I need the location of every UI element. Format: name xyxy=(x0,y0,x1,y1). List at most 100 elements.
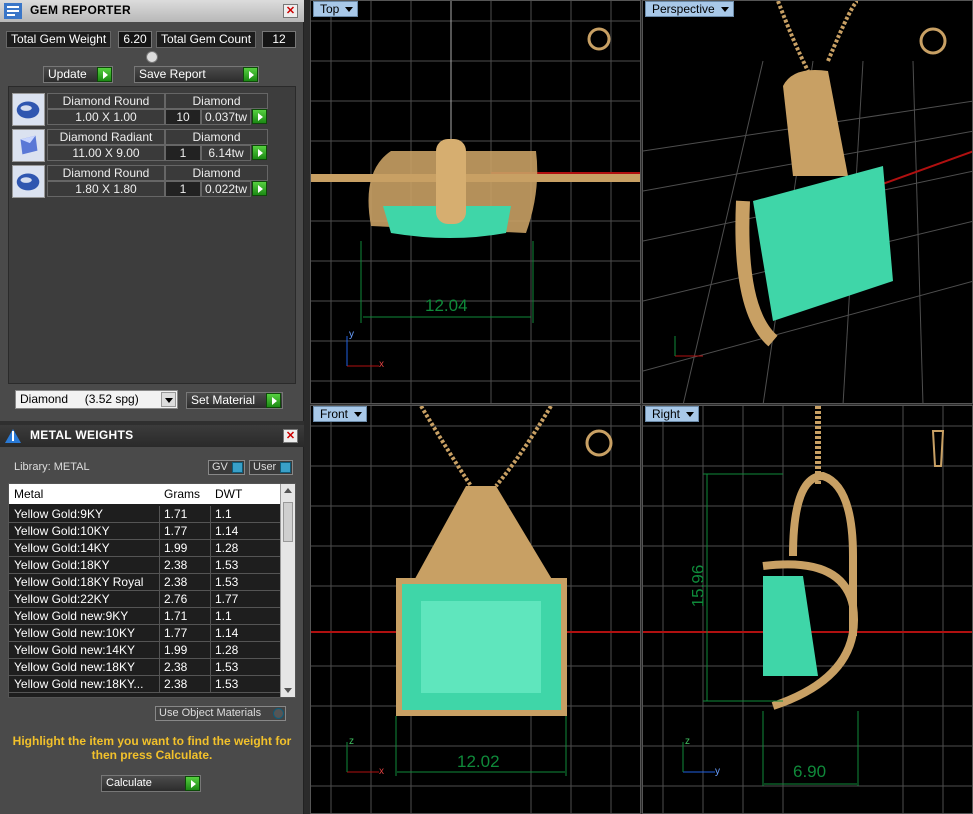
metal-weights-titlebar: METAL WEIGHTS ✕ xyxy=(0,425,304,447)
bail-front xyxy=(436,139,466,224)
gem-go-icon[interactable] xyxy=(252,181,267,196)
chain xyxy=(776,1,810,72)
grams-cell: 1.99 xyxy=(159,540,187,557)
gem-row[interactable]: Diamond Radiant Diamond 11.00 X 9.00 1 6… xyxy=(12,129,270,162)
viewport-front[interactable]: Front 12.02 z x xyxy=(310,405,641,814)
column-header-metal[interactable]: Metal xyxy=(14,487,43,501)
user-toggle[interactable]: User xyxy=(249,460,293,475)
viewport-right-canvas xyxy=(643,406,972,813)
viewport-front-label: Front xyxy=(320,407,349,421)
metal-name-cell: Yellow Gold new:18KY... xyxy=(14,677,144,691)
viewport-front-tab[interactable]: Front xyxy=(313,406,368,422)
material-select-value: Diamond (3.52 spg) xyxy=(20,392,139,406)
metal-name-cell: Yellow Gold:9KY xyxy=(14,507,103,521)
viewport-right-label: Right xyxy=(652,407,681,421)
table-row[interactable]: Yellow Gold new:18KY... 2.38 1.53 xyxy=(9,676,281,693)
ring-icon xyxy=(587,27,611,51)
scroll-down-icon[interactable] xyxy=(284,688,292,693)
left-panel: GEM REPORTER ✕ Total Gem Weight 6.20 Tot… xyxy=(0,0,304,814)
collapse-toggle-icon[interactable] xyxy=(146,51,158,63)
set-material-go-icon[interactable] xyxy=(266,393,281,408)
y-axis-label: y xyxy=(349,329,354,340)
table-row[interactable]: Yellow Gold new:10KY 1.77 1.14 xyxy=(9,625,281,642)
table-row[interactable]: Yellow Gold:18KY 2.38 1.53 xyxy=(9,557,281,574)
calculate-hint: Highlight the item you want to find the … xyxy=(12,734,292,762)
table-row[interactable]: Yellow Gold new:14KY 1.99 1.28 xyxy=(9,642,281,659)
metal-name-cell: Yellow Gold:18KY xyxy=(14,558,110,572)
app-root: GEM REPORTER ✕ Total Gem Weight 6.20 Tot… xyxy=(0,0,973,814)
metal-name-cell: Yellow Gold:10KY xyxy=(14,524,110,538)
table-row[interactable]: Yellow Gold:22KY 2.76 1.77 xyxy=(9,591,281,608)
grams-cell: 2.38 xyxy=(159,659,187,676)
save-report-label: Save Report xyxy=(139,67,206,81)
calculate-go-icon[interactable] xyxy=(185,776,200,791)
save-report-button[interactable]: Save Report xyxy=(134,66,259,83)
gem-reporter-titlebar: GEM REPORTER ✕ xyxy=(0,0,304,22)
calculate-label: Calculate xyxy=(106,777,152,789)
dwt-cell: 1.1 xyxy=(210,608,232,625)
z-axis-label: z xyxy=(349,736,354,747)
scroll-up-icon[interactable] xyxy=(284,488,292,493)
update-go-icon[interactable] xyxy=(97,67,112,82)
gem-row[interactable]: Diamond Round Diamond 1.00 X 1.00 10 0.0… xyxy=(12,93,270,126)
dwt-cell: 1.28 xyxy=(210,642,238,659)
use-object-materials-label: Use Object Materials xyxy=(159,707,262,719)
bail xyxy=(411,486,556,586)
close-icon[interactable]: ✕ xyxy=(283,4,298,18)
save-report-go-icon[interactable] xyxy=(243,67,258,82)
dwt-cell: 1.53 xyxy=(210,557,238,574)
y-axis-label: y xyxy=(715,766,720,777)
z-axis-label: z xyxy=(685,736,690,747)
close-icon[interactable]: ✕ xyxy=(283,429,298,443)
x-axis-label: x xyxy=(379,766,384,777)
gv-toggle[interactable]: GV xyxy=(208,460,245,475)
viewport-right-tab[interactable]: Right xyxy=(645,406,700,422)
table-header: Metal Grams DWT xyxy=(9,484,281,504)
material-select[interactable]: Diamond (3.52 spg) xyxy=(15,390,178,409)
dwt-cell: 1.53 xyxy=(210,574,238,591)
round-diamond-icon xyxy=(12,93,45,126)
gem-size: 1.80 X 1.80 xyxy=(47,181,165,197)
dwt-cell: 1.28 xyxy=(210,540,238,557)
gem-count[interactable]: 1 xyxy=(165,145,201,161)
table-row[interactable]: Yellow Gold new:9KY 1.71 1.1 xyxy=(9,608,281,625)
scroll-thumb[interactable] xyxy=(283,502,293,542)
viewport-right[interactable]: Right 15.96 6.90 z y xyxy=(642,405,973,814)
viewport-top-tab[interactable]: Top xyxy=(313,1,359,17)
dwt-cell: 1.1 xyxy=(210,506,232,523)
chevron-down-icon[interactable] xyxy=(161,392,176,407)
column-header-dwt[interactable]: DWT xyxy=(215,487,242,501)
table-row[interactable]: Yellow Gold new:18KY 2.38 1.53 xyxy=(9,659,281,676)
viewport-perspective[interactable]: Perspective xyxy=(642,0,973,404)
table-row[interactable]: Yellow Gold:18KY Royal 2.38 1.53 xyxy=(9,574,281,591)
width-dimension: 12.04 xyxy=(425,296,468,315)
width-dimension: 12.02 xyxy=(457,752,500,771)
grams-cell: 1.77 xyxy=(159,523,187,540)
gem-go-icon[interactable] xyxy=(252,109,267,124)
grams-cell: 2.38 xyxy=(159,557,187,574)
viewport-top[interactable]: Top 12.04 y x xyxy=(310,0,641,404)
dwt-cell: 1.14 xyxy=(210,625,238,642)
grams-cell: 2.76 xyxy=(159,591,187,608)
grams-cell: 1.77 xyxy=(159,625,187,642)
gem-count[interactable]: 1 xyxy=(165,181,201,197)
gem-count[interactable]: 10 xyxy=(165,109,201,125)
table-row[interactable]: Yellow Gold:14KY 1.99 1.28 xyxy=(9,540,281,557)
table-row[interactable]: Yellow Gold:9KY 1.71 1.1 xyxy=(9,506,281,523)
x-axis-label: x xyxy=(379,359,384,370)
grams-cell: 1.99 xyxy=(159,642,187,659)
viewport-perspective-tab[interactable]: Perspective xyxy=(645,1,734,17)
grams-cell: 1.71 xyxy=(159,608,187,625)
gem-go-icon[interactable] xyxy=(252,145,267,160)
column-header-grams[interactable]: Grams xyxy=(164,487,200,501)
gem-weight: 0.022tw xyxy=(201,181,251,197)
radio-icon xyxy=(273,708,284,719)
dwt-cell: 1.53 xyxy=(210,659,238,676)
use-object-materials-toggle[interactable]: Use Object Materials xyxy=(155,706,286,721)
scrollbar[interactable] xyxy=(280,484,295,697)
total-gem-count-label: Total Gem Count xyxy=(156,31,257,48)
table-row[interactable]: Yellow Gold:10KY 1.77 1.14 xyxy=(9,523,281,540)
grams-cell: 2.38 xyxy=(159,676,187,693)
chain xyxy=(826,1,859,62)
gem-row[interactable]: Diamond Round Diamond 1.80 X 1.80 1 0.02… xyxy=(12,165,270,198)
